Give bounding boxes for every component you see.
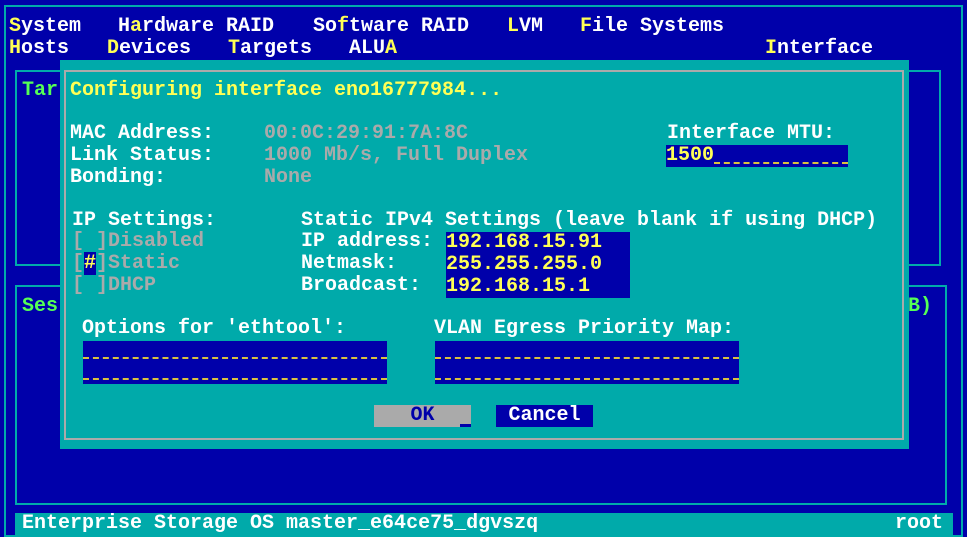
- label: evices: [119, 37, 192, 60]
- hotkey: a: [130, 15, 143, 38]
- radio-label: Disabled: [108, 230, 205, 253]
- status-user: root: [894, 512, 943, 535]
- menu-alua[interactable]: ALUA: [349, 38, 397, 60]
- label: VM: [519, 15, 544, 38]
- broadcast-input[interactable]: 192.168.15.1: [446, 276, 630, 298]
- hotkey: A: [385, 37, 398, 60]
- field-underline: [83, 378, 387, 380]
- menu-hardware-raid[interactable]: Hardware RAID: [118, 16, 274, 38]
- netmask-value: 255.255.255.0: [446, 253, 603, 276]
- hotkey: S: [9, 15, 22, 38]
- radio-static[interactable]: [#]Static: [72, 252, 181, 275]
- netmask-input[interactable]: 255.255.255.0: [446, 254, 630, 276]
- menu-file-systems[interactable]: File Systems: [580, 16, 724, 38]
- mtu-input[interactable]: 1500: [666, 145, 848, 167]
- ip-address-value: 192.168.15.91: [446, 231, 603, 254]
- broadcast-value: 192.168.15.1: [446, 275, 591, 298]
- cancel-button[interactable]: Cancel: [496, 405, 593, 427]
- menu-hosts[interactable]: Hosts: [9, 38, 69, 60]
- label: rdware RAID: [142, 15, 275, 38]
- mac-label: MAC Address:: [70, 122, 215, 145]
- menu-software-raid[interactable]: Software RAID: [313, 16, 469, 38]
- status-left: Enterprise Storage OS master_e64ce75_dgv…: [22, 512, 539, 535]
- label: So: [313, 15, 338, 38]
- hotkey: H: [9, 37, 22, 60]
- ip-address-label: IP address:: [301, 230, 434, 253]
- radio-mark: [84, 274, 96, 297]
- radio-disabled[interactable]: [ ]Disabled: [72, 231, 204, 253]
- field-underline: [83, 357, 387, 359]
- link-label: Link Status:: [70, 144, 215, 167]
- field-underline: [435, 378, 739, 380]
- label: tware RAID: [349, 15, 470, 38]
- dialog-title: Configuring interface eno16777984...: [70, 79, 503, 102]
- menu-devices[interactable]: Devices: [107, 38, 191, 60]
- menu-interface[interactable]: Interface: [765, 38, 873, 60]
- label: argets: [240, 37, 313, 60]
- menu-targets[interactable]: Targets: [228, 38, 312, 60]
- hotkey: F: [580, 15, 593, 38]
- menu-system[interactable]: System: [9, 16, 81, 38]
- sessions-panel-right-text: B): [908, 295, 933, 318]
- static-ipv4-header: Static IPv4 Settings (leave blank if usi…: [301, 209, 878, 232]
- ethtool-input[interactable]: [83, 341, 387, 384]
- radio-label: Static: [108, 252, 181, 275]
- vlan-input[interactable]: [435, 341, 739, 384]
- radio-dhcp[interactable]: [ ]DHCP: [72, 275, 156, 297]
- mac-value: 00:0C:29:91:7A:8C: [264, 122, 469, 145]
- menu-lvm[interactable]: LVM: [507, 16, 543, 38]
- bonding-label: Bonding:: [70, 166, 167, 189]
- ip-address-input[interactable]: 192.168.15.91: [446, 232, 630, 254]
- cancel-label: Cancel: [508, 404, 581, 427]
- interface-dialog: Configuring interface eno16777984... MAC…: [60, 60, 909, 449]
- broadcast-label: Broadcast:: [301, 274, 422, 297]
- label: nterface: [777, 37, 874, 60]
- cursor: [460, 424, 471, 427]
- ok-button[interactable]: OK: [374, 405, 471, 427]
- link-value: 1000 Mb/s, Full Duplex: [264, 144, 529, 167]
- radio-mark: #: [84, 252, 97, 275]
- field-underline: [714, 162, 848, 164]
- ethtool-label: Options for 'ethtool':: [82, 317, 347, 340]
- field-underline: [435, 357, 739, 359]
- vlan-label: VLAN Egress Priority Map:: [434, 317, 735, 340]
- hotkey: T: [228, 37, 241, 60]
- hotkey: I: [765, 37, 778, 60]
- status-bar: Enterprise Storage OS master_e64ce75_dgv…: [15, 513, 953, 536]
- label: ALU: [349, 37, 386, 60]
- mtu-value: 1500: [666, 144, 715, 167]
- netmask-label: Netmask:: [301, 252, 398, 275]
- label: osts: [21, 37, 70, 60]
- ip-settings-label: IP Settings:: [72, 209, 217, 232]
- sessions-panel-title: Ses: [22, 295, 59, 318]
- ok-label: OK: [410, 404, 435, 427]
- label: H: [118, 15, 131, 38]
- hotkey: L: [507, 15, 520, 38]
- hotkey: D: [107, 37, 120, 60]
- hotkey: f: [337, 15, 350, 38]
- radio-mark: [84, 230, 96, 253]
- targets-panel-title: Tar: [22, 79, 59, 102]
- bonding-value: None: [264, 166, 313, 189]
- mtu-label: Interface MTU:: [667, 122, 836, 145]
- label: ystem: [21, 15, 82, 38]
- label: ile Systems: [592, 15, 725, 38]
- radio-label: DHCP: [108, 274, 157, 297]
